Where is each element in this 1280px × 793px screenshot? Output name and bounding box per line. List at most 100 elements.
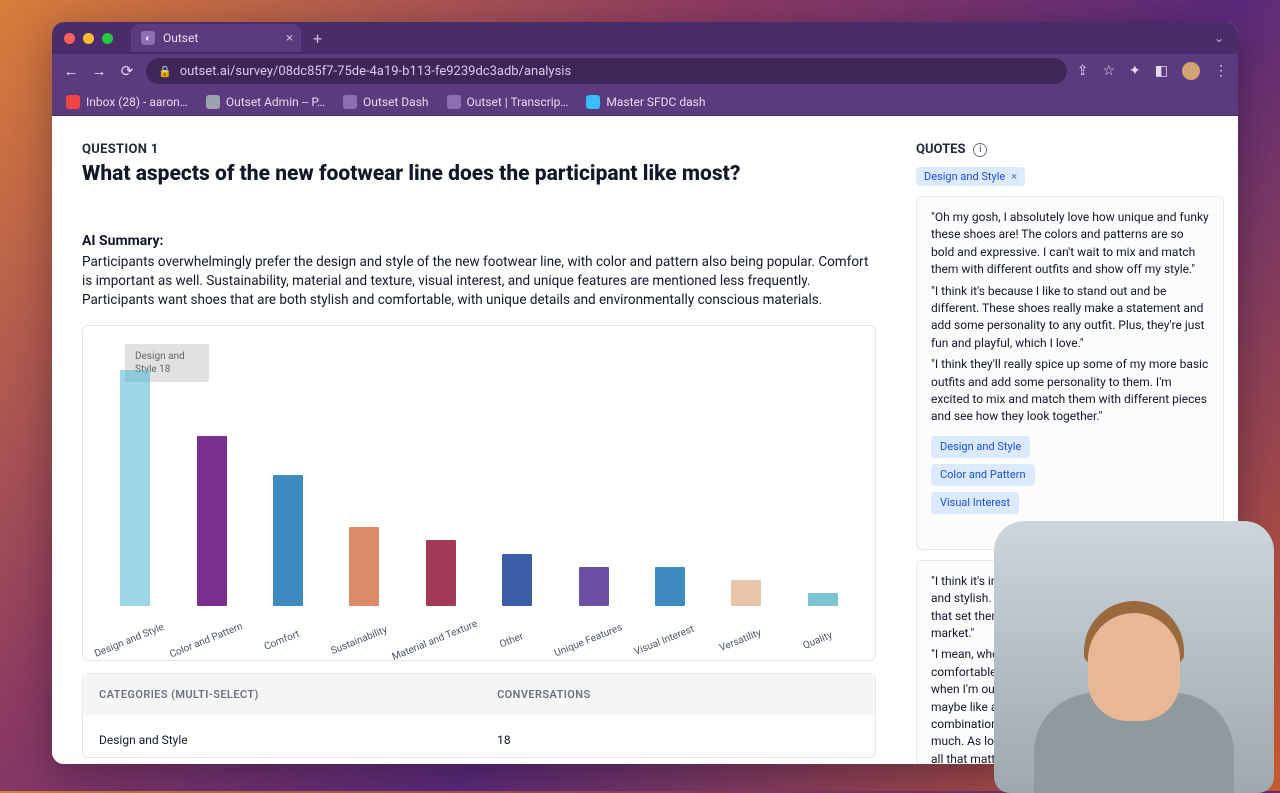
bookmarks-bar: Inbox (28) - aaron… Outset Admin -- P… Out… <box>52 88 1238 116</box>
extensions-icon[interactable]: ✦ <box>1129 63 1141 79</box>
main-column: QUESTION 1 What aspects of the new footw… <box>52 116 906 764</box>
toolbar-actions: ⇪ ☆ ✦ ◧ ⋮ <box>1077 62 1228 80</box>
menu-icon[interactable]: ⋮ <box>1214 63 1228 79</box>
bar-label: Other <box>498 631 525 650</box>
bookmark-label: Outset Admin -- P… <box>226 95 325 109</box>
quote-text: "I think they'll really spice up some of… <box>931 356 1209 426</box>
browser-tab[interactable]: ◐ Outset × <box>131 24 301 52</box>
bar-label: Sustainability <box>329 625 388 658</box>
question-label: QUESTION 1 <box>82 142 876 157</box>
bookmark-favicon-icon <box>586 95 600 109</box>
quote-tag[interactable]: Visual Interest <box>931 492 1019 514</box>
table-header: CATEGORIES (MULTI-SELECT) CONVERSATIONS <box>83 674 875 715</box>
tabs-dropdown-icon[interactable]: ⌄ <box>1214 31 1224 45</box>
bookmark-favicon-icon <box>447 95 461 109</box>
info-icon[interactable]: i <box>973 143 987 157</box>
chart-bar[interactable]: Quality <box>785 593 861 606</box>
bar-rect <box>197 436 227 606</box>
chart-bar[interactable]: Unique Features <box>555 567 631 606</box>
share-icon[interactable]: ⇪ <box>1077 63 1089 79</box>
chart-card: Design and Style 18 Design and Style Col… <box>82 325 876 661</box>
ai-summary-text: Participants overwhelmingly prefer the d… <box>82 253 876 309</box>
chart-bar[interactable]: Sustainability <box>326 527 402 606</box>
ai-summary-label: AI Summary: <box>82 233 876 249</box>
bar-label: Comfort <box>263 629 301 653</box>
filter-chip-remove-icon[interactable]: × <box>1011 170 1017 183</box>
bar-rect <box>349 527 379 606</box>
chart-bar[interactable]: Comfort <box>250 475 326 606</box>
profile-avatar-icon[interactable] <box>1182 62 1200 80</box>
chart-bar[interactable]: Material and Texture <box>403 540 479 606</box>
bar-rect <box>502 554 532 606</box>
sidepanel-icon[interactable]: ◧ <box>1155 63 1168 79</box>
url-text: outset.ai/survey/08dc85f7-75de-4a19-b113… <box>180 64 571 79</box>
bookmark-item[interactable]: Inbox (28) - aaron… <box>66 95 188 109</box>
tab-favicon-icon: ◐ <box>141 31 155 45</box>
chart-bar[interactable]: Color and Pattern <box>173 436 249 606</box>
bar-label: Quality <box>801 630 834 652</box>
maximize-window-icon[interactable] <box>102 33 113 44</box>
header-conversations: CONVERSATIONS <box>497 688 859 701</box>
back-button[interactable]: ← <box>62 62 80 80</box>
bar-rect <box>579 567 609 606</box>
window-controls <box>64 33 113 44</box>
chart-bar[interactable]: Other <box>479 554 555 606</box>
bar-label: Material and Texture <box>391 619 479 663</box>
bar-label: Design and Style <box>93 622 166 660</box>
bookmark-item[interactable]: Outset Admin -- P… <box>206 95 325 109</box>
bookmark-favicon-icon <box>206 95 220 109</box>
bookmark-label: Outset | Transcrip… <box>467 95 569 109</box>
chart-bar[interactable]: Visual Interest <box>632 567 708 606</box>
bar-rect <box>731 580 761 606</box>
bookmark-icon[interactable]: ☆ <box>1102 63 1115 79</box>
lock-icon: 🔒 <box>158 65 172 78</box>
minimize-window-icon[interactable] <box>83 33 94 44</box>
bookmark-item[interactable]: Outset | Transcrip… <box>447 95 569 109</box>
bar-label: Unique Features <box>553 622 624 659</box>
bookmark-label: Outset Dash <box>363 95 428 109</box>
titlebar: ◐ Outset × + ⌄ <box>52 22 1238 54</box>
table-row[interactable]: Design and Style18 <box>83 715 875 757</box>
url-input[interactable]: 🔒 outset.ai/survey/08dc85f7-75de-4a19-b1… <box>146 58 1067 84</box>
bar-rect <box>120 370 150 606</box>
quote-text: "I think it's because I like to stand ou… <box>931 283 1209 353</box>
bookmark-favicon-icon <box>66 95 80 109</box>
bar-rect <box>808 593 838 606</box>
tab-title: Outset <box>163 31 198 45</box>
chart-bar[interactable]: Design and Style <box>97 370 173 606</box>
chart-area[interactable]: Design and Style Color and Pattern Comfo… <box>93 336 865 606</box>
tab-close-icon[interactable]: × <box>286 31 293 46</box>
categories-table: CATEGORIES (MULTI-SELECT) CONVERSATIONS … <box>82 673 876 758</box>
filter-chip-label: Design and Style <box>924 170 1005 183</box>
bookmark-label: Master SFDC dash <box>606 95 705 109</box>
bar-label: Visual Interest <box>633 624 696 658</box>
quote-card: "Oh my gosh, I absolutely love how uniqu… <box>916 196 1224 550</box>
bar-label: Versatility <box>718 628 763 655</box>
quote-tag[interactable]: Design and Style <box>931 436 1030 458</box>
bar-rect <box>655 567 685 606</box>
bar-rect <box>426 540 456 606</box>
filter-chip[interactable]: Design and Style × <box>916 167 1025 186</box>
forward-button[interactable]: → <box>90 62 108 80</box>
quotes-header: QUOTES i <box>916 142 1224 157</box>
bookmark-favicon-icon <box>343 95 357 109</box>
bookmark-item[interactable]: Master SFDC dash <box>586 95 705 109</box>
new-tab-button[interactable]: + <box>313 29 322 48</box>
row-category: Design and Style <box>99 733 497 747</box>
bar-rect <box>273 475 303 606</box>
address-bar: ← → ⟳ 🔒 outset.ai/survey/08dc85f7-75de-4… <box>52 54 1238 88</box>
header-categories: CATEGORIES (MULTI-SELECT) <box>99 688 497 701</box>
bookmark-item[interactable]: Outset Dash <box>343 95 428 109</box>
quote-text: "Oh my gosh, I absolutely love how uniqu… <box>931 209 1209 279</box>
close-window-icon[interactable] <box>64 33 75 44</box>
question-title: What aspects of the new footwear line do… <box>82 161 876 187</box>
chart-bar[interactable]: Versatility <box>708 580 784 606</box>
quote-tag[interactable]: Color and Pattern <box>931 464 1035 486</box>
row-count: 18 <box>497 733 859 747</box>
presenter-video <box>1034 583 1234 793</box>
quotes-title: QUOTES <box>916 142 965 157</box>
webcam-overlay <box>994 521 1274 793</box>
reload-button[interactable]: ⟳ <box>118 62 136 80</box>
bookmark-label: Inbox (28) - aaron… <box>86 95 188 109</box>
bar-label: Color and Pattern <box>168 621 244 660</box>
